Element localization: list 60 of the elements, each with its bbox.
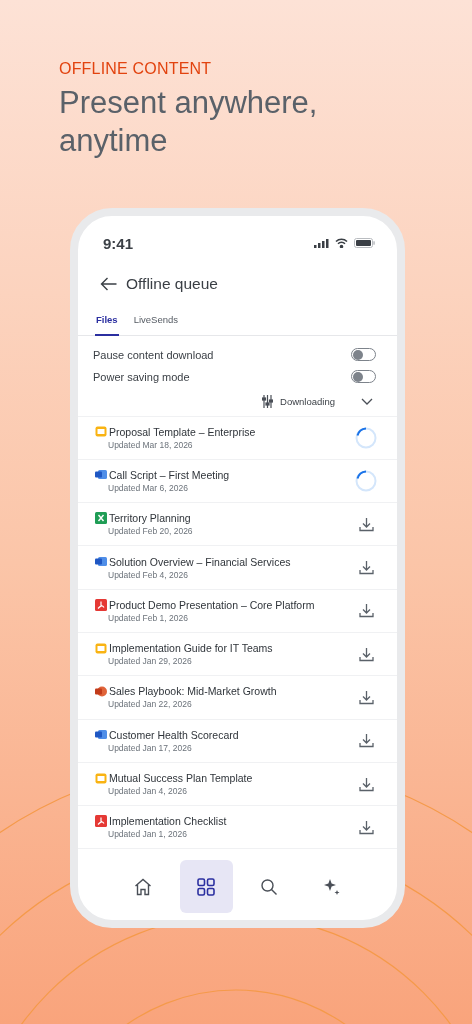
download-icon[interactable] [358,776,374,792]
download-icon[interactable] [358,733,374,749]
slides-file-icon [95,642,107,654]
file-name[interactable]: Sales Playbook: Mid-Market Growth [109,685,277,698]
toggle-switch[interactable] [351,370,376,383]
word-file-icon [95,729,107,741]
file-name[interactable]: Territory Planning [109,512,191,525]
setting-label: Pause content download [93,348,214,361]
updated-date: Updated Mar 18, 2026 [107,439,194,450]
file-name[interactable]: Solution Overview – Financial Services [109,555,291,568]
slides-file-icon [95,772,107,784]
tab[interactable]: LiveSends [132,312,180,336]
status-time: 9:41 [103,234,134,252]
pdf-file-icon [95,598,107,611]
download-icon[interactable] [358,819,374,835]
filter-sliders-icon[interactable] [262,395,274,408]
updated-date: Updated Mar 6, 2026 [107,482,189,493]
sparkle-icon [323,877,341,896]
download-icon[interactable] [358,689,374,705]
spreadsheet-file-icon [95,512,107,525]
pdf-file-icon [95,815,107,828]
presentation-file-icon [95,685,107,697]
updated-date: Updated Jan 4, 2026 [107,786,188,796]
updated-date: Updated Jan 1, 2026 [107,829,188,840]
updated-date: Updated Jan 29, 2026 [107,656,193,667]
download-icon[interactable] [358,516,374,532]
download-icon[interactable] [358,560,374,576]
file-name[interactable]: Proposal Template – Enterprise [109,425,256,438]
toggle-switch[interactable] [351,348,376,361]
home-icon [134,877,152,896]
grid-icon [197,877,215,896]
updated-date: Updated Feb 4, 2026 [107,569,189,580]
filter-label[interactable]: Downloading [280,396,335,407]
file-name[interactable]: Implementation Checklist [109,815,227,828]
updated-date: Updated Jan 22, 2026 [107,699,193,710]
download-icon[interactable] [358,603,374,619]
headline: Present anywhere, anytime [59,84,319,160]
screen-title: Offline queue [126,275,218,293]
wifi-icon [335,238,348,248]
file-name[interactable]: Mutual Success Plan Template [109,772,253,784]
search-icon [260,877,278,896]
section-eyebrow: OFFLINE CONTENT [59,60,213,78]
slides-file-icon [95,426,107,438]
file-name[interactable]: Call Script – First Meeting [109,468,230,481]
updated-date: Updated Feb 20, 2026 [107,526,194,537]
updated-date: Updated Jan 17, 2026 [107,742,193,753]
chevron-down-icon[interactable] [361,398,373,405]
nav-tab[interactable] [179,860,233,913]
signal-icon [314,238,329,248]
download-icon[interactable] [358,646,374,662]
setting-label: Power saving mode [93,370,190,383]
updated-date: Updated Feb 1, 2026 [107,612,189,623]
back-arrow-icon[interactable] [100,277,117,291]
word-file-icon [95,469,107,481]
file-name[interactable]: Product Demo Presentation – Core Platform [109,598,315,611]
file-name[interactable]: Customer Health Scorecard [109,728,239,741]
word-file-icon [95,556,107,568]
tab[interactable]: Files [95,312,119,336]
battery-icon [354,238,375,248]
file-name[interactable]: Implementation Guide for IT Teams [109,642,273,655]
